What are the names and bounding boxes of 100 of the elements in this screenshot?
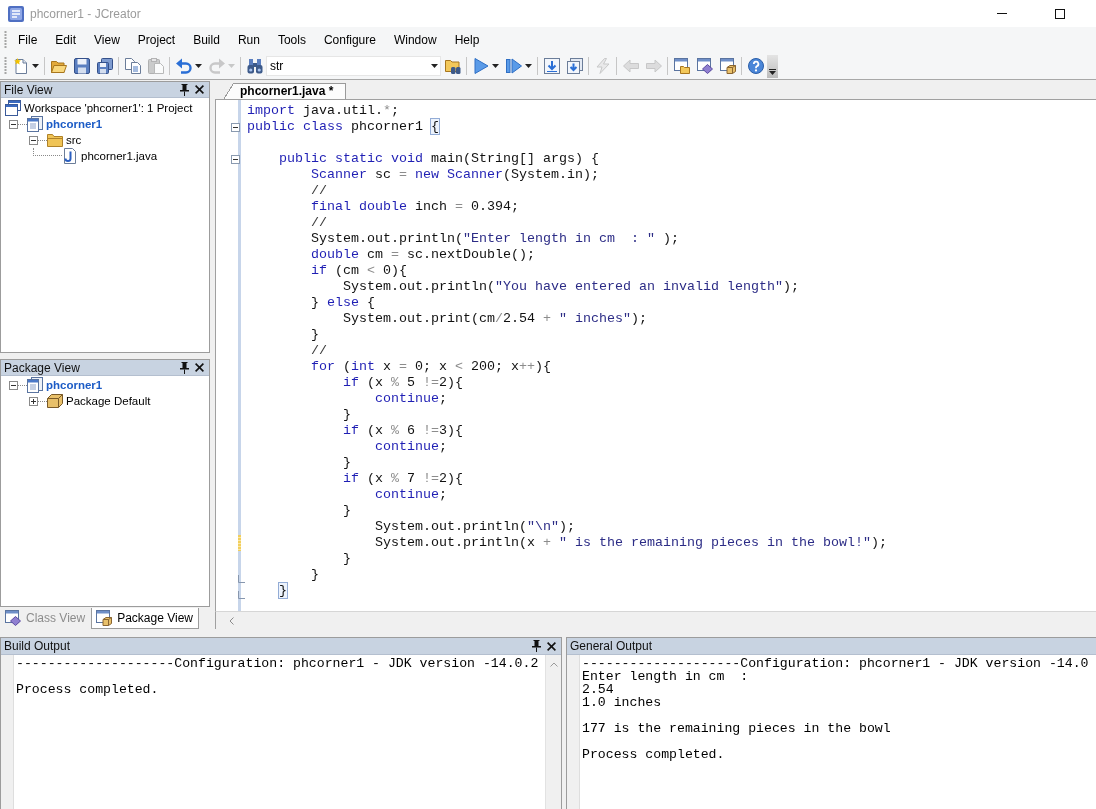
bar-play-icon xyxy=(506,58,522,74)
pages-down-arrow-icon xyxy=(566,58,583,74)
tree-item[interactable]: phcorner1.java xyxy=(81,150,158,162)
box-icon xyxy=(47,393,63,409)
caret-icon xyxy=(32,64,39,68)
code-line: if (cm < 0){ xyxy=(311,263,407,279)
clipboard-icon xyxy=(147,58,164,74)
close-icon[interactable] xyxy=(195,85,204,94)
code-line: public class phcorner1 { xyxy=(247,119,439,135)
menu-item[interactable]: Build xyxy=(184,29,229,51)
output-line: Enter length in cm : xyxy=(582,670,749,683)
tree-item[interactable]: Workspace 'phcorner1': 1 Project xyxy=(24,102,193,114)
grip-icon xyxy=(4,31,7,49)
maximize-icon[interactable] xyxy=(1055,8,1065,19)
window-folder-icon xyxy=(673,58,690,74)
open-folder-icon xyxy=(50,58,67,74)
chevron-down-icon xyxy=(769,68,776,75)
output-line: --------------------Configuration: phcorner1 - JDK version -14.0 xyxy=(582,657,1089,670)
collapse-icon[interactable] xyxy=(231,154,240,164)
menu-item[interactable]: Help xyxy=(445,29,489,51)
output-line: Process completed. xyxy=(16,683,159,696)
play-icon xyxy=(473,58,489,74)
code-line: // xyxy=(311,183,327,199)
collapse-icon[interactable] xyxy=(29,135,38,145)
tree-item[interactable]: Package Default xyxy=(66,395,151,407)
code-line: System.out.println(x + " is the remaining pieces in the bowl!"); xyxy=(375,535,887,551)
code-line: } xyxy=(343,455,351,471)
redo-icon xyxy=(209,58,225,74)
caret-icon xyxy=(228,64,235,68)
code-line: } xyxy=(343,407,351,423)
code-line: double cm = sc.nextDouble(); xyxy=(311,247,535,263)
output-line: 2.54 xyxy=(582,683,614,696)
output-line: --------------------Configuration: phcorner1 - JDK version -14.0.2 xyxy=(16,657,539,670)
code-line: continue; xyxy=(375,439,447,455)
code-line: System.out.println("\n"); xyxy=(375,519,575,535)
scroll-up-icon xyxy=(549,662,558,667)
pin-icon[interactable] xyxy=(180,83,189,96)
tree-item[interactable]: phcorner1 xyxy=(46,118,103,130)
menu-item[interactable]: Configure xyxy=(314,29,385,51)
menu-item[interactable]: View xyxy=(85,29,129,51)
project-icon xyxy=(27,116,43,132)
grip-icon xyxy=(4,57,7,75)
code-line: import java.util.*; xyxy=(247,103,399,119)
menu-item[interactable]: File xyxy=(9,29,47,51)
undo-icon xyxy=(176,58,192,74)
code-line: System.out.print(cm/2.54 + " inches"); xyxy=(343,311,647,327)
code-line: Scanner sc = new Scanner(System.in); xyxy=(311,167,599,183)
caret-icon xyxy=(195,64,202,68)
folder-icon xyxy=(47,132,63,148)
editor-tab[interactable]: phcorner1.java * xyxy=(222,83,347,99)
window-box-icon xyxy=(96,610,113,626)
caret-icon xyxy=(492,64,499,68)
menu-item[interactable]: Tools xyxy=(268,29,315,51)
code-line: // xyxy=(311,343,327,359)
code-line: final double inch = 0.394; xyxy=(311,199,519,215)
close-icon[interactable] xyxy=(195,363,204,372)
scroll-left-icon xyxy=(229,616,234,625)
collapse-icon[interactable] xyxy=(9,380,18,390)
output-line: 177 is the remaining pieces in the bowl xyxy=(582,722,891,735)
expand-icon[interactable] xyxy=(29,396,38,406)
tree-item[interactable]: phcorner1 xyxy=(46,379,103,391)
code-line: public static void main(String[] args) { xyxy=(279,151,599,167)
panel-tab[interactable]: Package View xyxy=(91,608,199,629)
floppy-disks-icon xyxy=(96,58,113,74)
pin-icon[interactable] xyxy=(532,640,541,652)
left-arrow-icon xyxy=(622,58,639,74)
pin-icon[interactable] xyxy=(180,361,189,374)
toolbar-overflow-button[interactable] xyxy=(767,54,778,78)
menu-item[interactable]: Edit xyxy=(46,29,86,51)
menu-item[interactable]: Project xyxy=(128,29,185,51)
app-logo-icon xyxy=(8,5,24,22)
output-line: Process completed. xyxy=(582,748,725,761)
collapse-icon[interactable] xyxy=(231,122,240,132)
code-line: if (x % 5 !=2){ xyxy=(343,375,463,391)
close-icon[interactable] xyxy=(547,641,556,651)
copy-icon xyxy=(124,58,141,74)
code-line: } xyxy=(343,551,351,567)
code-line: continue; xyxy=(375,487,447,503)
window-box-icon xyxy=(719,58,736,74)
caret-icon xyxy=(525,64,532,68)
panel-title: File View xyxy=(4,82,53,97)
window-title: phcorner1 - JCreator xyxy=(30,6,141,21)
binoculars-icon xyxy=(246,58,263,74)
lightning-icon xyxy=(594,58,611,74)
panel-title: General Output xyxy=(570,639,653,653)
menu-item[interactable]: Run xyxy=(228,29,269,51)
menu-item[interactable]: Window xyxy=(384,29,446,51)
vertical-scrollbar[interactable] xyxy=(545,655,561,809)
code-line: for (int x = 0; x < 200; x++){ xyxy=(311,359,551,375)
collapse-icon[interactable] xyxy=(9,119,18,129)
code-line: if (x % 7 !=2){ xyxy=(343,471,463,487)
file-icon xyxy=(62,148,78,164)
code-line: } xyxy=(311,327,319,343)
code-line: } xyxy=(311,567,319,583)
code-line: } xyxy=(343,503,351,519)
workspace-icon xyxy=(5,100,21,116)
folder-binoculars-icon xyxy=(444,58,461,74)
help-icon xyxy=(747,58,764,74)
tree-item[interactable]: src xyxy=(66,134,82,146)
horizontal-scrollbar[interactable] xyxy=(215,611,1096,629)
